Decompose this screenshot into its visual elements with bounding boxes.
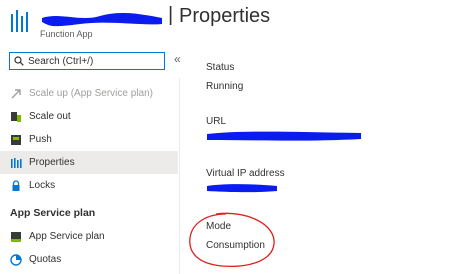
lock-icon bbox=[10, 179, 22, 192]
properties-icon bbox=[10, 157, 22, 169]
quotas-icon bbox=[10, 253, 22, 266]
sidebar-item-push[interactable]: Push bbox=[0, 128, 178, 151]
function-app-logo-icon bbox=[10, 10, 30, 32]
sidebar-item-label: Properties bbox=[29, 157, 75, 168]
sidebar-section-header: App Service plan bbox=[10, 207, 96, 219]
sidebar-item-scale-out[interactable]: Scale out bbox=[0, 105, 178, 128]
search-input[interactable] bbox=[28, 55, 148, 67]
sidebar-item-label: Push bbox=[29, 134, 52, 145]
search-box[interactable] bbox=[9, 52, 165, 70]
status-value: Running bbox=[206, 81, 244, 92]
sidebar-item-scale-up[interactable]: Scale up (App Service plan) bbox=[0, 82, 178, 105]
sidebar-item-label: Locks bbox=[29, 180, 56, 191]
search-icon bbox=[14, 56, 24, 66]
sidebar-item-label: Quotas bbox=[29, 254, 62, 265]
redacted-ip-address bbox=[207, 184, 277, 193]
collapse-sidebar-button[interactable]: « bbox=[174, 52, 181, 66]
sidebar-item-label: Scale out bbox=[29, 111, 71, 122]
status-label: Status bbox=[206, 62, 235, 73]
sidebar-item-label: App Service plan bbox=[29, 231, 105, 242]
sidebar-item-locks[interactable]: Locks bbox=[0, 174, 178, 197]
redacted-url bbox=[207, 131, 361, 141]
sidebar: Scale up (App Service plan) Scale out Pu… bbox=[0, 82, 178, 271]
sidebar-item-quotas[interactable]: Quotas bbox=[0, 248, 178, 271]
annotation-circle bbox=[189, 212, 275, 268]
scale-out-icon bbox=[10, 111, 22, 123]
sidebar-divider bbox=[179, 78, 180, 274]
sidebar-item-label: Scale up (App Service plan) bbox=[29, 88, 153, 99]
app-service-plan-icon bbox=[10, 231, 22, 243]
sidebar-item-app-service-plan[interactable]: App Service plan bbox=[0, 225, 178, 248]
title-separator: | bbox=[168, 4, 174, 26]
page-title: Properties bbox=[179, 5, 271, 27]
redacted-app-name bbox=[42, 12, 162, 27]
url-label: URL bbox=[206, 116, 227, 127]
virtual-ip-label: Virtual IP address bbox=[206, 168, 285, 179]
push-icon bbox=[10, 134, 22, 146]
scale-up-icon bbox=[10, 88, 22, 100]
sidebar-item-properties[interactable]: Properties bbox=[0, 151, 178, 174]
resource-type-label: Function App bbox=[40, 29, 93, 39]
